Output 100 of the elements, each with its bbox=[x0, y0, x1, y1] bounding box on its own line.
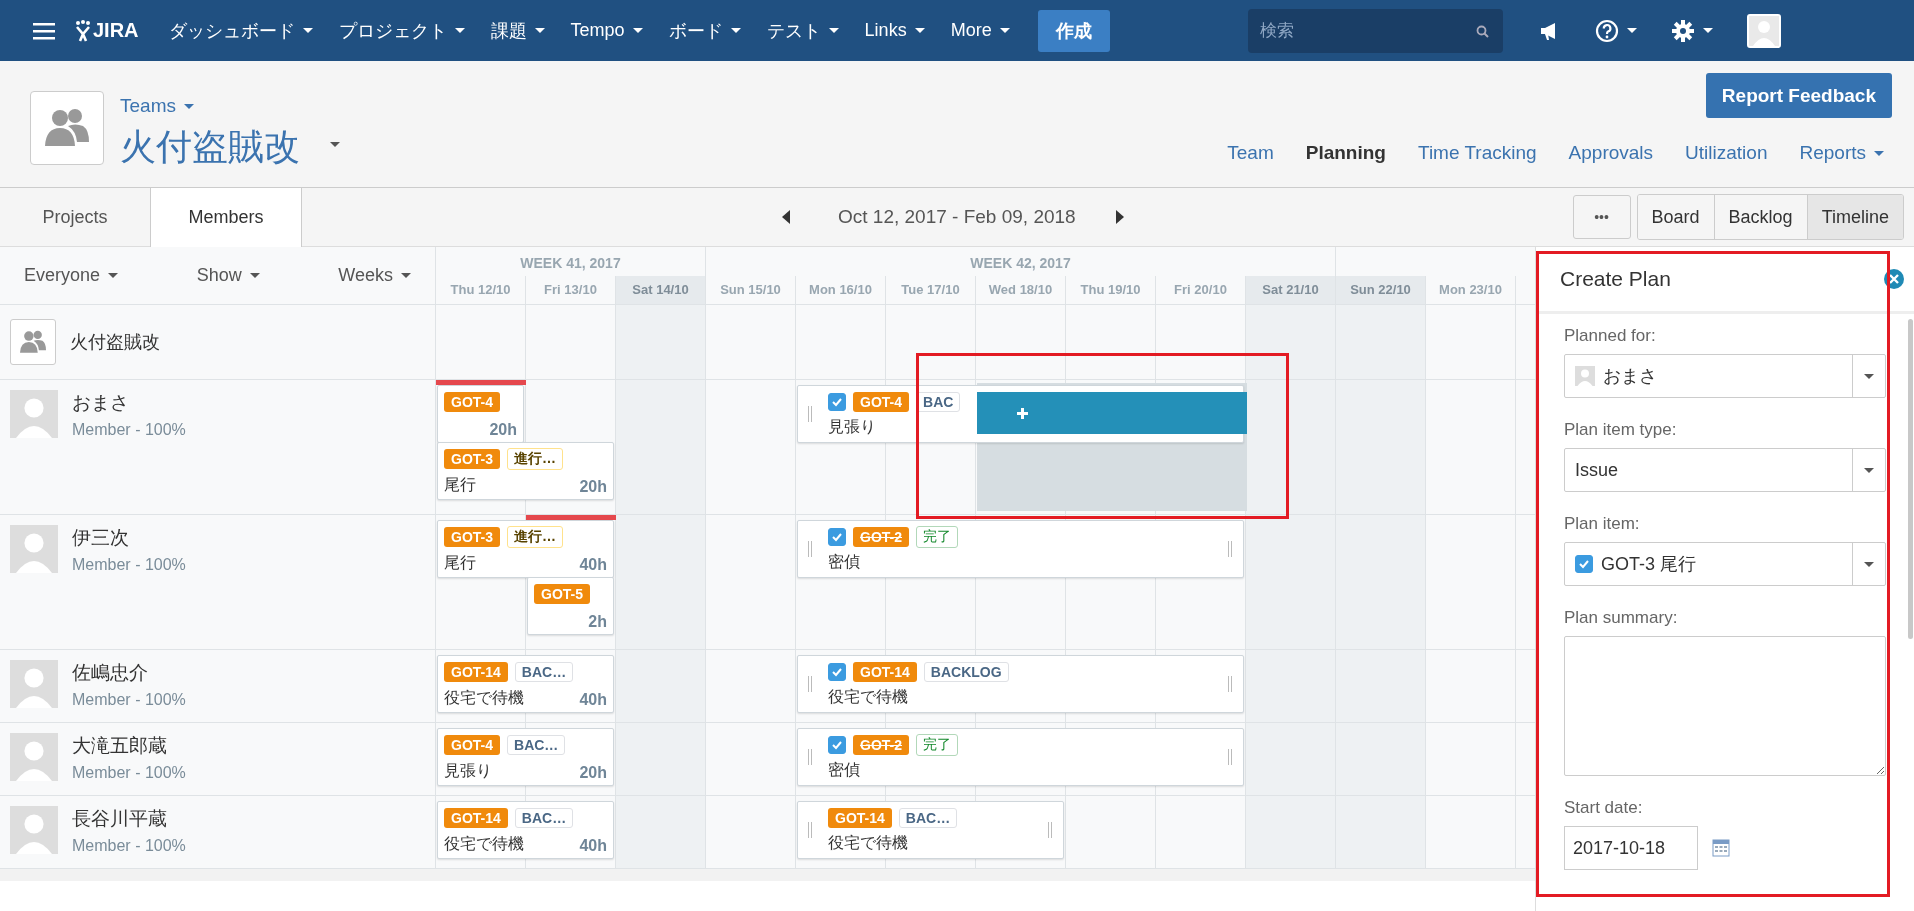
member-role: Member - 100% bbox=[72, 691, 186, 709]
checkbox[interactable] bbox=[828, 663, 846, 681]
report-feedback-button[interactable]: Report Feedback bbox=[1705, 73, 1892, 118]
grip-icon[interactable] bbox=[808, 676, 813, 692]
grip-icon[interactable] bbox=[808, 541, 813, 557]
plan-card[interactable]: GOT-14 BAC… 役宅で待機 40h bbox=[437, 655, 614, 713]
settings-icon[interactable] bbox=[1670, 18, 1713, 43]
field-label: Plan item: bbox=[1564, 514, 1641, 534]
filter-dropdown[interactable]: Weeks bbox=[338, 265, 411, 286]
plan-summary: 役宅で待機 bbox=[828, 833, 908, 853]
search-icon bbox=[1475, 24, 1489, 38]
check-icon bbox=[831, 396, 843, 408]
filter-dropdown[interactable]: Everyone bbox=[24, 265, 119, 286]
plan-card[interactable]: GOT-14 BAC… 役宅で待機 40h bbox=[437, 801, 614, 859]
scrollbar[interactable] bbox=[1908, 319, 1913, 639]
help-icon[interactable] bbox=[1594, 18, 1637, 43]
plan-card[interactable]: GOT-14 BAC… 役宅で待機 bbox=[797, 801, 1064, 859]
plan-summary: 役宅で待機 bbox=[444, 688, 524, 708]
summary-textarea[interactable] bbox=[1564, 636, 1886, 776]
nav-menu[interactable]: プロジェクト bbox=[338, 18, 465, 43]
nav-menu[interactable]: Links bbox=[864, 18, 925, 43]
logo-text[interactable]: JIRA bbox=[93, 19, 139, 42]
calendar-icon[interactable] bbox=[1712, 839, 1730, 857]
plan-hours: 20h bbox=[579, 478, 607, 496]
status-lozenge: BAC… bbox=[898, 808, 958, 828]
team-tab[interactable]: Utilization bbox=[1685, 142, 1768, 164]
plan-summary: 密偵 bbox=[828, 552, 860, 572]
user-avatar bbox=[10, 390, 58, 438]
field-label: Plan item type: bbox=[1564, 420, 1678, 440]
date-field[interactable]: 2017-10-18 bbox=[1564, 826, 1698, 870]
plan-card[interactable]: GOT-4 BAC… 見張り 20h bbox=[437, 728, 614, 786]
plan-summary: 尾行 bbox=[444, 475, 476, 495]
team-tab[interactable]: Time Tracking bbox=[1418, 142, 1537, 164]
member-name[interactable]: 佐嶋忠介 bbox=[72, 660, 186, 686]
nav-menu[interactable]: More bbox=[950, 18, 1010, 43]
team-tab[interactable]: Approvals bbox=[1568, 142, 1654, 164]
day-label: Thu 19/10 bbox=[1066, 276, 1156, 304]
check-icon bbox=[1578, 558, 1590, 570]
grip-icon[interactable] bbox=[1228, 541, 1233, 557]
member-name[interactable]: 長谷川平蔵 bbox=[72, 806, 186, 832]
nav-menu[interactable]: ボード bbox=[668, 18, 741, 43]
grip-icon[interactable] bbox=[1228, 676, 1233, 692]
nav-menu[interactable]: Tempo bbox=[570, 18, 643, 43]
view-button[interactable]: Timeline bbox=[1806, 195, 1903, 239]
field-label: Planned for: bbox=[1564, 326, 1657, 346]
plan-card[interactable]: GOT-4 20h bbox=[437, 385, 524, 443]
user-avatar bbox=[10, 806, 58, 854]
day-label: Mon 16/10 bbox=[796, 276, 886, 304]
logo-icon[interactable] bbox=[75, 19, 91, 42]
close-icon[interactable] bbox=[1884, 269, 1904, 289]
nav-menu[interactable]: 課題 bbox=[490, 18, 545, 43]
plan-summary: 役宅で待機 bbox=[828, 687, 908, 707]
plan-card[interactable]: GOT-3 進行… 尾行 20h bbox=[437, 442, 614, 500]
grip-icon[interactable] bbox=[1228, 749, 1233, 765]
plan-hours: 20h bbox=[579, 764, 607, 782]
grip-icon[interactable] bbox=[808, 749, 813, 765]
grip-icon[interactable] bbox=[1048, 822, 1053, 838]
checkbox[interactable] bbox=[1575, 555, 1593, 573]
menu-icon[interactable] bbox=[33, 21, 55, 40]
caret-icon[interactable] bbox=[330, 142, 340, 147]
user-avatar[interactable] bbox=[1746, 13, 1781, 48]
view-tab[interactable]: Members bbox=[150, 188, 302, 247]
member-name[interactable]: 伊三次 bbox=[72, 525, 186, 551]
nav-menu[interactable]: テスト bbox=[766, 18, 839, 43]
date-range: Oct 12, 2017 - Feb 09, 2018 bbox=[838, 206, 1076, 228]
team-tab[interactable]: Team bbox=[1227, 142, 1274, 164]
plan-card[interactable]: GOT-3 進行… 尾行 40h bbox=[437, 520, 614, 578]
user-avatar bbox=[10, 733, 58, 781]
select-field[interactable]: Issue bbox=[1564, 448, 1886, 492]
team-tab[interactable]: Planning bbox=[1305, 142, 1386, 164]
search-field[interactable]: 検索 bbox=[1247, 8, 1503, 53]
member-role: Member - 100% bbox=[72, 764, 186, 782]
select-field[interactable]: GOT-3 尾行 bbox=[1564, 542, 1886, 586]
filter-dropdown[interactable]: Show bbox=[196, 265, 260, 286]
select-field[interactable]: おまさ bbox=[1564, 354, 1886, 398]
plan-card[interactable]: GOT-5 2h bbox=[527, 577, 614, 635]
grip-icon[interactable] bbox=[808, 406, 813, 422]
grip-icon[interactable] bbox=[808, 822, 813, 838]
plus-icon bbox=[1017, 407, 1028, 419]
day-label: Mon 23/10 bbox=[1426, 276, 1516, 304]
day-label: Wed 18/10 bbox=[976, 276, 1066, 304]
view-tab[interactable]: Projects bbox=[0, 188, 150, 246]
create-button[interactable]: 作成 bbox=[1037, 9, 1110, 52]
nav-menu[interactable]: ダッシュボード bbox=[168, 18, 313, 43]
member-role: Member - 100% bbox=[72, 421, 186, 439]
previous-icon[interactable] bbox=[782, 210, 790, 224]
teams-link[interactable]: Teams bbox=[120, 95, 340, 117]
checkbox[interactable] bbox=[828, 736, 846, 754]
next-icon[interactable] bbox=[1115, 210, 1124, 224]
team-tab[interactable]: Reports bbox=[1799, 142, 1884, 164]
plan-hours: 40h bbox=[579, 837, 607, 855]
plan-card[interactable]: GOT-14 BACKLOG 役宅で待機 bbox=[797, 655, 1244, 713]
plan-card[interactable]: GOT-2 完了 密偵 bbox=[797, 520, 1244, 578]
more-button[interactable]: ••• bbox=[1572, 195, 1631, 239]
checkbox[interactable] bbox=[828, 528, 846, 546]
member-name[interactable]: 大滝五郎蔵 bbox=[72, 733, 186, 759]
member-name[interactable]: おまさ bbox=[72, 390, 186, 416]
plan-card[interactable]: GOT-2 完了 密偵 bbox=[797, 728, 1244, 786]
checkbox[interactable] bbox=[828, 393, 846, 411]
plan-hours: 40h bbox=[579, 556, 607, 574]
